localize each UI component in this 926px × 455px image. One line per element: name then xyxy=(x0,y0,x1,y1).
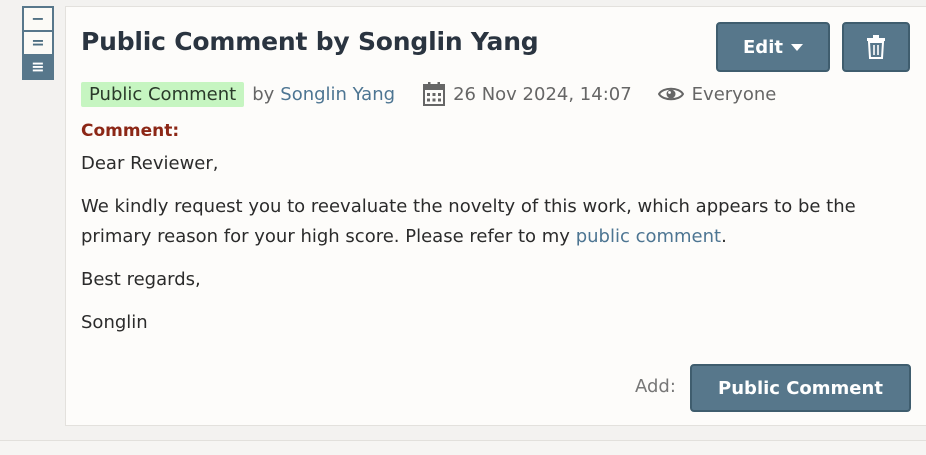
note-title: Public Comment by Songlin Yang xyxy=(81,27,539,56)
greeting-text: Dear Reviewer, xyxy=(81,153,219,174)
readers-label: Everyone xyxy=(691,83,777,105)
comment-field-label: Comment: xyxy=(81,121,180,141)
add-label: Add: xyxy=(635,376,676,397)
comment-card: Public Comment by Songlin Yang Edit Publ… xyxy=(65,6,926,426)
invitation-badge: Public Comment xyxy=(81,81,245,107)
delete-button[interactable] xyxy=(842,22,910,72)
note-meta: Public Comment by Songlin Yang 26 Nov 20… xyxy=(81,79,776,109)
view-toggle-group: − = ≡ xyxy=(22,6,56,80)
edit-dropdown-button[interactable]: Edit xyxy=(716,22,830,72)
paragraph-text: We kindly request you to reevaluate the … xyxy=(81,196,856,247)
calendar-icon xyxy=(423,82,446,106)
closing-text: Best regards, xyxy=(81,269,201,290)
next-item-strip xyxy=(0,440,926,455)
eye-icon xyxy=(657,85,684,103)
trash-icon xyxy=(867,35,885,59)
caret-down-icon xyxy=(790,43,803,51)
add-public-comment-button[interactable]: Public Comment xyxy=(690,364,911,412)
author-link[interactable]: Songlin Yang xyxy=(280,84,395,105)
comment-paragraph: We kindly request you to reevaluate the … xyxy=(81,192,901,252)
collapse-toggle-button[interactable]: − xyxy=(22,6,54,32)
signature-text: Songlin xyxy=(81,312,148,333)
public-comment-link[interactable]: public comment xyxy=(576,226,721,247)
edit-button-label: Edit xyxy=(743,36,783,58)
paragraph-end: . xyxy=(721,226,727,247)
note-date: 26 Nov 2024, 14:07 xyxy=(453,83,632,105)
compact-toggle-button[interactable]: = xyxy=(22,30,54,56)
expand-toggle-button[interactable]: ≡ xyxy=(22,54,54,80)
by-label: by xyxy=(252,83,275,105)
comment-body: Dear Reviewer, We kindly request you to … xyxy=(81,149,901,351)
